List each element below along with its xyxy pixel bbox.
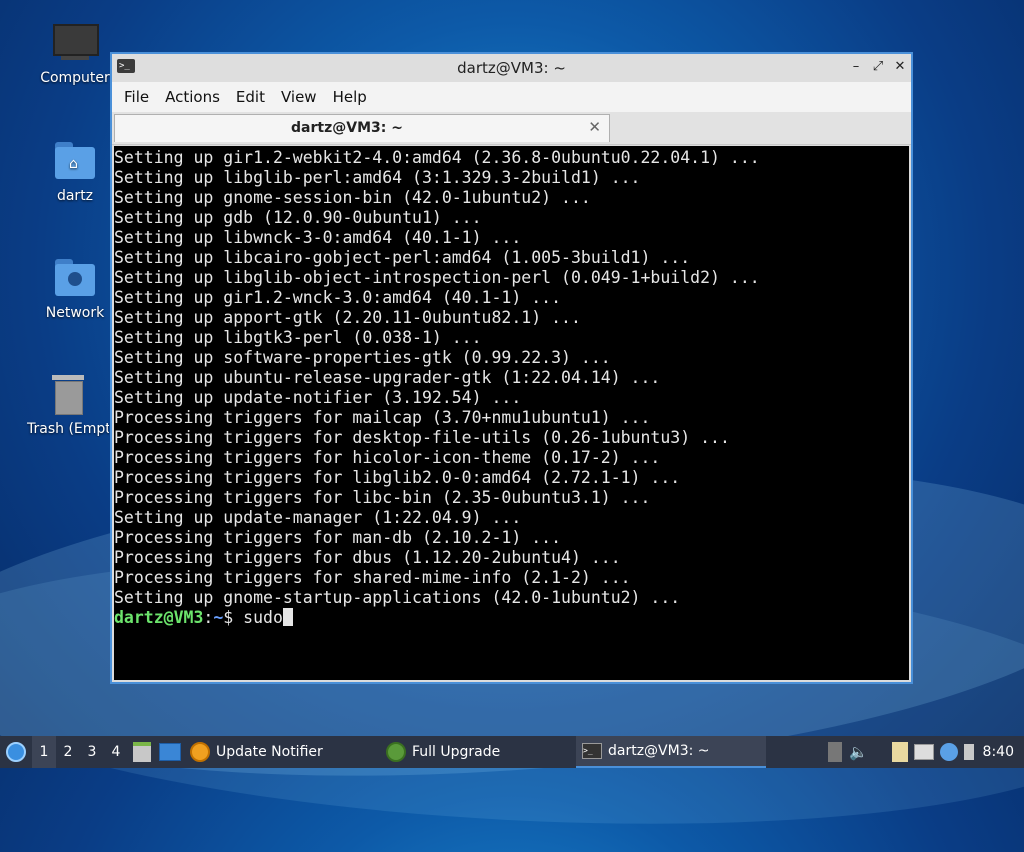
- terminal-line: Processing triggers for dbus (1.12.20-2u…: [114, 548, 621, 567]
- terminal-line: Setting up gnome-startup-applications (4…: [114, 588, 681, 607]
- workspace-1[interactable]: 1: [32, 736, 56, 768]
- close-button[interactable]: ✕: [891, 58, 909, 76]
- system-tray: 🔈 8:40: [825, 736, 1024, 768]
- menu-help[interactable]: Help: [325, 88, 375, 106]
- gear-icon: [386, 742, 406, 762]
- clipboard-icon[interactable]: [891, 742, 908, 762]
- terminal-line: Setting up libglib-perl:amd64 (3:1.329.3…: [114, 168, 641, 187]
- terminal-prompt-line: dartz@VM3:~$ sudo: [114, 608, 909, 628]
- terminal-line: Setting up gdb (12.0.90-0ubuntu1) ...: [114, 208, 482, 227]
- terminal-line: Processing triggers for libglib2.0-0:amd…: [114, 468, 681, 487]
- terminal-cursor: [282, 608, 293, 626]
- terminal-line: Processing triggers for man-db (2.10.2-1…: [114, 528, 562, 547]
- terminal-line: Processing triggers for hicolor-icon-the…: [114, 448, 661, 467]
- task-label: dartz@VM3: ~: [608, 743, 710, 759]
- update-icon: [190, 742, 210, 762]
- window-title: dartz@VM3: ~: [457, 59, 566, 77]
- menu-actions[interactable]: Actions: [157, 88, 228, 106]
- eject-icon[interactable]: [827, 742, 842, 762]
- menubar: File Actions Edit View Help: [112, 82, 911, 112]
- workspace-4[interactable]: 4: [104, 736, 128, 768]
- lubuntu-logo-icon: [6, 742, 26, 762]
- prompt-path: ~: [213, 608, 224, 627]
- desktop-icon-trash[interactable]: Trash (Empty): [27, 375, 109, 437]
- prompt-separator: :: [203, 608, 214, 627]
- task-full-upgrade[interactable]: Full Upgrade: [380, 736, 576, 768]
- volume-icon[interactable]: 🔈: [848, 742, 870, 762]
- desktop-icon-label: Computer: [40, 70, 110, 86]
- workspace-2[interactable]: 2: [56, 736, 80, 768]
- desktop-icon-home[interactable]: ⌂ dartz: [27, 142, 123, 204]
- start-menu-button[interactable]: [0, 736, 32, 768]
- terminal-line: Setting up update-manager (1:22.04.9) ..…: [114, 508, 522, 527]
- workspace-3[interactable]: 3: [80, 736, 104, 768]
- home-folder-icon: ⌂: [53, 142, 97, 182]
- terminal-line: Setting up libwnck-3-0:amd64 (40.1-1) ..…: [114, 228, 522, 247]
- tab-terminal[interactable]: dartz@VM3: ~ ✕: [114, 114, 610, 142]
- terminal-line: Setting up gir1.2-webkit2-4.0:amd64 (2.3…: [114, 148, 760, 167]
- minimize-button[interactable]: –: [847, 58, 865, 76]
- terminal-line: Processing triggers for desktop-file-uti…: [114, 428, 730, 447]
- menu-edit[interactable]: Edit: [228, 88, 273, 106]
- network-icon[interactable]: [913, 744, 934, 760]
- computer-icon: [53, 24, 99, 64]
- menu-file[interactable]: File: [116, 88, 157, 106]
- desktop-icon-computer[interactable]: Computer: [27, 24, 123, 86]
- task-label: Full Upgrade: [412, 744, 501, 760]
- trash-icon: [46, 375, 90, 415]
- terminal-line: Processing triggers for shared-mime-info…: [114, 568, 631, 587]
- terminal-icon: >_: [582, 743, 602, 759]
- desktop-icon: [159, 743, 181, 761]
- network-folder-icon: [53, 259, 97, 299]
- tab-close-icon[interactable]: ✕: [588, 118, 601, 136]
- terminal-line: Setting up libglib-object-introspection-…: [114, 268, 760, 287]
- desktop-icon-network[interactable]: Network: [27, 259, 123, 321]
- tab-bar: dartz@VM3: ~ ✕: [112, 112, 911, 145]
- task-terminal[interactable]: >_ dartz@VM3: ~: [576, 736, 766, 768]
- terminal-line: Processing triggers for libc-bin (2.35-0…: [114, 488, 651, 507]
- desktop-icon-label: Network: [45, 305, 105, 321]
- terminal-line: Setting up software-properties-gtk (0.99…: [114, 348, 611, 367]
- task-label: Update Notifier: [216, 744, 323, 760]
- notification-icon[interactable]: [939, 743, 958, 761]
- prompt-user: dartz@VM3: [114, 608, 204, 627]
- clock[interactable]: 8:40: [983, 744, 1014, 760]
- show-desktop-launcher[interactable]: [156, 736, 184, 768]
- terminal-window: >_ dartz@VM3: ~ – ⤢ ✕ File Actions Edit …: [110, 52, 913, 684]
- terminal-line: Setting up ubuntu-release-upgrader-gtk (…: [114, 368, 661, 387]
- file-manager-icon: [133, 742, 151, 762]
- prompt-symbol: $: [223, 608, 244, 627]
- terminal-line: Setting up libgtk3-perl (0.038-1) ...: [114, 328, 482, 347]
- terminal-line: Setting up apport-gtk (2.20.11-0ubuntu82…: [114, 308, 581, 327]
- terminal-line: Processing triggers for mailcap (3.70+nm…: [114, 408, 651, 427]
- desktop-icon-label: dartz: [56, 188, 94, 204]
- maximize-button[interactable]: ⤢: [869, 58, 887, 76]
- terminal-line: Setting up libcairo-gobject-perl:amd64 (…: [114, 248, 691, 267]
- terminal-line: Setting up gir1.2-wnck-3.0:amd64 (40.1-1…: [114, 288, 562, 307]
- terminal-output[interactable]: Setting up gir1.2-webkit2-4.0:amd64 (2.3…: [114, 146, 909, 680]
- window-titlebar[interactable]: >_ dartz@VM3: ~ – ⤢ ✕: [112, 54, 911, 82]
- file-manager-launcher[interactable]: [128, 736, 156, 768]
- tab-title: dartz@VM3: ~: [291, 120, 403, 136]
- terminal-line: Setting up update-notifier (3.192.54) ..…: [114, 388, 522, 407]
- prompt-command: sudo: [243, 608, 283, 627]
- taskbar: 1 2 3 4 Update Notifier Full Upgrade >_ …: [0, 736, 1024, 768]
- menu-view[interactable]: View: [273, 88, 325, 106]
- battery-icon[interactable]: [963, 744, 974, 760]
- terminal-line: Setting up gnome-session-bin (42.0-1ubun…: [114, 188, 591, 207]
- desktop-icon-label: Trash (Empty): [27, 421, 109, 437]
- task-update-notifier[interactable]: Update Notifier: [184, 736, 380, 768]
